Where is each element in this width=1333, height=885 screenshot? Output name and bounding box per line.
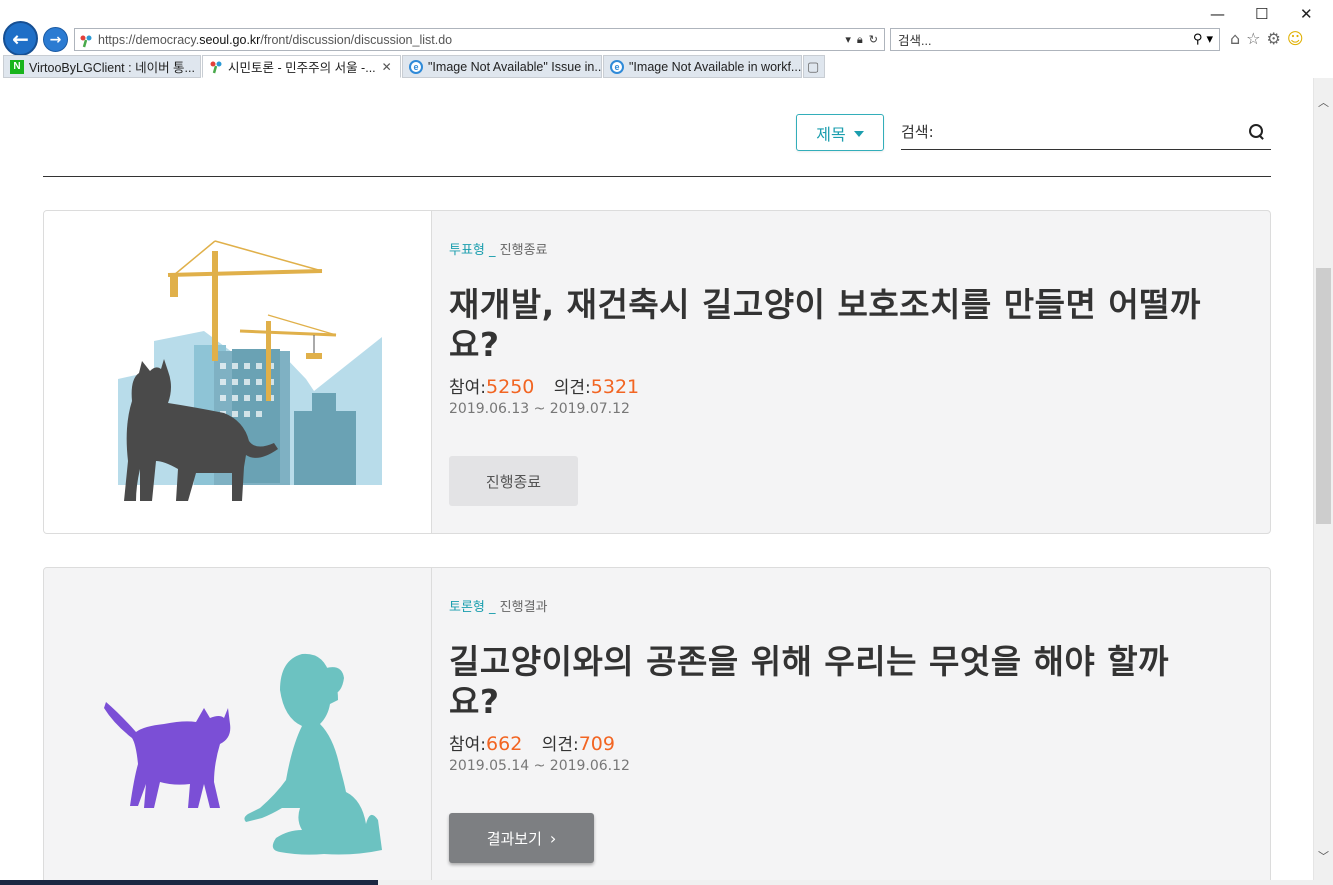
opinion-count: 5321 [590, 376, 640, 398]
filter-label: 제목 [816, 124, 846, 144]
tab-label: "Image Not Available" Issue in... [428, 59, 602, 74]
discussion-thumbnail[interactable] [44, 211, 432, 533]
smiley-feedback-icon[interactable]: ☺ [1287, 29, 1304, 48]
discussion-status: 진행결과 [499, 600, 548, 615]
close-window-icon[interactable]: ✕ [1300, 5, 1313, 23]
lock-icon[interactable]: 🔒︎ [857, 33, 863, 47]
opinion-count: 709 [578, 733, 615, 755]
naver-icon: N [10, 59, 24, 74]
search-filter-dropdown[interactable]: 제목 [796, 114, 884, 151]
page-viewport: 제목 검색: 투표형 _ 진행종료 재개발, 재건축시 길고양이 보호조치를 만… [0, 78, 1313, 880]
url-text[interactable]: https://democracy.seoul.go.kr/front/disc… [98, 33, 845, 47]
discussion-thumbnail[interactable] [44, 568, 432, 880]
participation-label: 참여: [449, 378, 487, 398]
browser-search-box[interactable]: 검색... ⚲ ▾ [890, 28, 1220, 51]
discussion-card: 투표형 _ 진행종료 재개발, 재건축시 길고양이 보호조치를 만들면 어떨까요… [43, 210, 1271, 534]
browser-search-placeholder: 검색... [898, 34, 932, 48]
discussion-type: 토론형 [449, 600, 485, 615]
tab-label: 시민토론 - 민주주의 서울 -... [228, 61, 376, 75]
ended-status-button[interactable]: 진행종료 [449, 456, 578, 506]
opinion-label: 의견: [553, 378, 591, 398]
refresh-icon[interactable]: ↻ [869, 33, 878, 46]
gear-icon[interactable]: ⚙ [1267, 29, 1281, 48]
discussion-card: 토론형 _ 진행결과 길고양이와의 공존을 위해 우리는 무엇을 해야 할까요?… [43, 567, 1271, 880]
ie-icon: e [409, 59, 423, 74]
minimize-icon[interactable]: — [1210, 5, 1225, 23]
discussion-stats: 참여:662 의견:709 [449, 730, 615, 755]
divider [43, 176, 1271, 177]
participation-count: 662 [486, 733, 523, 755]
view-results-label: 결과보기 [486, 829, 542, 848]
tab-label: "Image Not Available in workf... [629, 59, 802, 74]
new-tab-icon: ▢ [807, 58, 820, 74]
chevron-right-icon: › [549, 828, 557, 848]
bottom-dark-bar [0, 880, 378, 885]
cat-girl-illustration [104, 653, 382, 855]
tab-naver[interactable]: N VirtooByLGClient : 네이버 통... [3, 55, 201, 78]
caret-down-icon [853, 130, 864, 137]
browser-chrome: — ☐ ✕ ← → https://democracy.seoul.go.kr/… [0, 0, 1333, 78]
tab-image-workflow[interactable]: e "Image Not Available in workf... [603, 55, 802, 78]
meta-separator: _ [489, 600, 496, 615]
discussion-meta: 토론형 _ 진행결과 [449, 596, 548, 615]
tab-label: VirtooByLGClient : 네이버 통... [29, 61, 195, 75]
search-bar: 검색: [901, 114, 1271, 150]
cat-construction-illustration [118, 240, 382, 501]
dropdown-icon[interactable]: ▾ [845, 33, 851, 46]
discussion-stats: 참여:5250 의견:5321 [449, 373, 639, 398]
ie-icon: e [610, 59, 624, 74]
scroll-up-icon[interactable]: ︿ [1318, 94, 1329, 110]
scroll-thumb[interactable] [1316, 268, 1331, 524]
maximize-icon[interactable]: ☐ [1255, 5, 1268, 23]
discussion-type: 투표형 [449, 243, 485, 258]
opinion-label: 의견: [541, 735, 579, 755]
meta-separator: _ [489, 243, 496, 258]
site-favicon-icon [79, 33, 93, 47]
participation-label: 참여: [449, 735, 487, 755]
favorites-star-icon[interactable]: ☆ [1246, 29, 1260, 48]
close-tab-icon[interactable]: ✕ [382, 60, 392, 74]
view-results-button[interactable]: 결과보기 › [449, 813, 594, 863]
discussion-period: 2019.05.14 ~ 2019.06.12 [449, 758, 630, 774]
back-button[interactable]: ← [3, 21, 38, 56]
search-input[interactable] [933, 117, 1249, 146]
discussion-status: 진행종료 [499, 243, 548, 258]
search-label: 검색: [901, 123, 934, 141]
seoul-icon [209, 60, 223, 74]
tab-image-issue[interactable]: e "Image Not Available" Issue in... [402, 55, 602, 78]
discussion-period: 2019.06.13 ~ 2019.07.12 [449, 401, 630, 417]
address-bar[interactable]: https://democracy.seoul.go.kr/front/disc… [74, 28, 885, 51]
scroll-down-icon[interactable]: ﹀ [1318, 848, 1329, 864]
forward-button[interactable]: → [43, 27, 68, 52]
home-icon[interactable]: ⌂ [1230, 29, 1240, 48]
new-tab-button[interactable]: ▢ [803, 55, 825, 78]
tab-seoul-democracy[interactable]: 시민토론 - 민주주의 서울 -... ✕ [202, 55, 401, 78]
search-icon[interactable]: ⚲ ▾ [1193, 32, 1213, 47]
tab-strip: N VirtooByLGClient : 네이버 통... 시민토론 - 민주주… [0, 55, 1333, 78]
discussion-title[interactable]: 재개발, 재건축시 길고양이 보호조치를 만들면 어떨까요? [449, 285, 1209, 365]
vertical-scrollbar[interactable]: ︿ ﹀ [1313, 78, 1333, 880]
discussion-meta: 투표형 _ 진행종료 [449, 239, 548, 258]
discussion-title[interactable]: 길고양이와의 공존을 위해 우리는 무엇을 해야 할까요? [449, 642, 1209, 722]
participation-count: 5250 [486, 376, 535, 398]
search-icon[interactable] [1249, 123, 1265, 140]
